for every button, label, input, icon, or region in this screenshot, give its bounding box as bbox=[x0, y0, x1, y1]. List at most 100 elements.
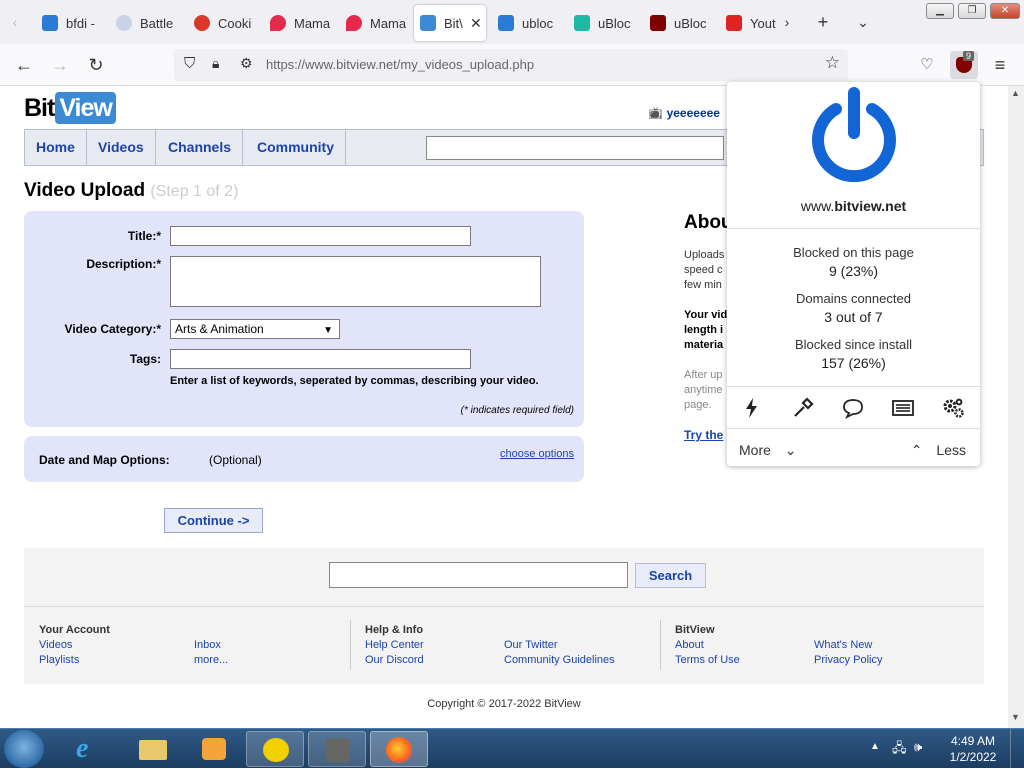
tab-8[interactable]: uBloc bbox=[568, 5, 642, 41]
page-step: (Step 1 of 2) bbox=[150, 183, 239, 200]
list-icon[interactable] bbox=[891, 396, 915, 420]
yahoo-messenger-icon[interactable] bbox=[246, 731, 304, 767]
footer-link-privacy[interactable]: Privacy Policy bbox=[814, 654, 882, 666]
tab-active-bitview[interactable]: Bit\ ✕ bbox=[414, 5, 486, 41]
lightning-icon[interactable] bbox=[740, 396, 764, 420]
nav-community[interactable]: Community bbox=[246, 130, 346, 165]
blocked-page-value: 9 (23%) bbox=[828, 263, 879, 279]
description-textarea[interactable] bbox=[170, 256, 541, 307]
try-link[interactable]: Try the bbox=[684, 428, 723, 443]
flame-icon bbox=[346, 15, 362, 31]
list-tabs-button[interactable]: ⌄ bbox=[852, 8, 874, 36]
tab-scroll-left-button[interactable]: ‹ bbox=[4, 8, 26, 36]
about-paragraph-2: Your vid length i materia bbox=[684, 308, 727, 353]
about-line: Your vid bbox=[684, 309, 728, 321]
header-search-input[interactable] bbox=[426, 136, 724, 160]
footer-search-button[interactable]: Search bbox=[635, 563, 706, 588]
scroll-up-icon[interactable]: ▲ bbox=[1011, 88, 1020, 98]
choose-options-link[interactable]: choose options bbox=[500, 448, 574, 460]
bookmark-star-icon[interactable]: ☆ bbox=[825, 53, 840, 73]
eyedropper-icon[interactable] bbox=[791, 396, 815, 420]
start-button[interactable] bbox=[4, 730, 44, 768]
title-label: Title:* bbox=[127, 229, 161, 243]
nav-videos[interactable]: Videos bbox=[87, 130, 156, 165]
category-select[interactable]: Arts & Animation ▼ bbox=[170, 319, 340, 339]
tab-9[interactable]: uBloc bbox=[644, 5, 720, 41]
domains-label: Domains connected bbox=[796, 291, 911, 306]
ublock-icon bbox=[650, 15, 666, 31]
install-label: Blocked since install bbox=[794, 337, 913, 352]
volume-icon[interactable]: 🕪︎ bbox=[914, 739, 922, 755]
tab-4[interactable]: Mama bbox=[264, 5, 336, 41]
show-desktop-button[interactable] bbox=[1010, 729, 1024, 769]
required-note: (* indicates required field) bbox=[460, 405, 574, 416]
menu-icon[interactable]: ≡ bbox=[987, 53, 1013, 77]
footer-col-divider bbox=[350, 620, 351, 670]
tab-1[interactable]: bfdi - bbox=[36, 5, 108, 41]
close-tab-icon[interactable]: ✕ bbox=[470, 15, 482, 32]
footer-link-guidelines[interactable]: Community Guidelines bbox=[504, 654, 615, 666]
tab-5[interactable]: Mama bbox=[340, 5, 412, 41]
footer-link-discord[interactable]: Our Discord bbox=[365, 654, 424, 666]
nav-home[interactable]: Home bbox=[25, 130, 87, 165]
restore-button[interactable]: ❐ bbox=[958, 3, 986, 19]
tab-2[interactable]: Battle bbox=[110, 5, 186, 41]
bitview-logo[interactable]: Bit View bbox=[24, 92, 116, 124]
internet-explorer-icon[interactable]: e bbox=[62, 731, 120, 767]
footer-link-terms[interactable]: Terms of Use bbox=[675, 654, 740, 666]
reload-button[interactable]: ↻ bbox=[83, 53, 109, 77]
film-app-icon[interactable] bbox=[308, 731, 366, 767]
back-button[interactable]: ← bbox=[11, 53, 37, 77]
scroll-down-icon[interactable]: ▼ bbox=[1011, 712, 1020, 722]
logo-bit: Bit bbox=[24, 94, 55, 122]
footer-link-help-center[interactable]: Help Center bbox=[365, 639, 424, 651]
tab-label: uBloc bbox=[674, 15, 707, 31]
clock-time: 4:49 AM bbox=[950, 734, 996, 748]
taskbar-clock[interactable]: 4:49 AM 1/2/2022 bbox=[946, 733, 1000, 765]
firefox-icon[interactable] bbox=[370, 731, 428, 767]
footer-link-playlists[interactable]: Playlists bbox=[39, 654, 79, 666]
footer-link-whats-new[interactable]: What's New bbox=[814, 639, 872, 651]
shield-icon[interactable]: ⛉ bbox=[184, 55, 195, 72]
ublock-extension-button[interactable]: 9 bbox=[950, 51, 978, 79]
permissions-icon[interactable]: ⚙ bbox=[240, 55, 253, 72]
url-bar[interactable]: ⛉ 🔒︎ ⚙ https://www.bitview.net/my_videos… bbox=[174, 49, 848, 81]
title-input[interactable] bbox=[170, 226, 471, 246]
more-button[interactable]: More ⌄ bbox=[739, 442, 797, 459]
badge-count: 9 bbox=[963, 51, 975, 61]
tab-7[interactable]: ubloc bbox=[492, 5, 564, 41]
new-tab-button[interactable]: + bbox=[812, 8, 834, 36]
pocket-icon[interactable]: ♡ bbox=[914, 53, 940, 77]
lock-icon[interactable]: 🔒︎ bbox=[212, 55, 219, 72]
footer-link-more[interactable]: more... bbox=[194, 654, 228, 666]
minimize-button[interactable]: ▁ bbox=[926, 3, 954, 19]
logo-view: View bbox=[55, 92, 116, 124]
comment-icon[interactable] bbox=[841, 396, 865, 420]
tags-help: Enter a list of keywords, seperated by c… bbox=[170, 375, 539, 387]
page-scrollbar[interactable]: ▲ ▼ bbox=[1008, 86, 1024, 728]
less-button[interactable]: ⌃ Less bbox=[911, 442, 966, 459]
close-window-button[interactable]: ✕ bbox=[990, 3, 1020, 19]
footer-link-twitter[interactable]: Our Twitter bbox=[504, 639, 558, 651]
media-player-icon[interactable] bbox=[186, 731, 244, 767]
about-title: Abou bbox=[684, 212, 733, 233]
settings-gears-icon[interactable] bbox=[941, 396, 965, 420]
footer-link-videos[interactable]: Videos bbox=[39, 639, 72, 651]
show-hidden-icons-icon[interactable]: ▲ bbox=[870, 741, 880, 752]
tab-label: Cooki bbox=[218, 15, 252, 31]
footer-link-inbox[interactable]: Inbox bbox=[194, 639, 221, 651]
tab-scroll-right-button[interactable]: › bbox=[776, 8, 798, 36]
nav-channels[interactable]: Channels bbox=[157, 130, 244, 165]
tab-10[interactable]: Yout bbox=[720, 5, 780, 41]
footer-link-about[interactable]: About bbox=[675, 639, 704, 651]
continue-button[interactable]: Continue -> bbox=[164, 508, 263, 533]
tab-3[interactable]: Cooki bbox=[188, 5, 260, 41]
about-line: anytime bbox=[684, 384, 723, 396]
user-link[interactable]: 📺︎ yeeeeeee bbox=[648, 106, 720, 120]
network-icon[interactable]: 🖧︎ bbox=[892, 739, 907, 761]
footer-search-input[interactable] bbox=[329, 562, 628, 588]
tags-input[interactable] bbox=[170, 349, 471, 369]
power-icon[interactable] bbox=[806, 87, 902, 183]
file-explorer-icon[interactable] bbox=[124, 731, 182, 767]
forward-button[interactable]: → bbox=[47, 53, 73, 77]
